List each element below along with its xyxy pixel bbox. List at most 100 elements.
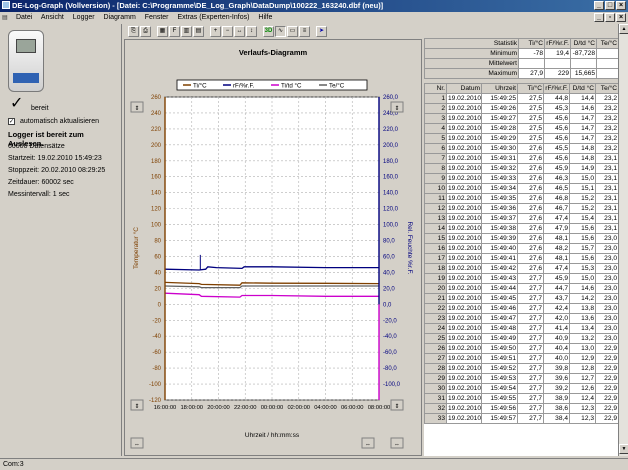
menu-fenster[interactable]: Fenster xyxy=(145,14,169,21)
table-row[interactable]: 14 19.02.2010 15:49:38 27,6 47,9 15,6 23,1 xyxy=(424,223,618,234)
table-view-icon[interactable]: ▭ xyxy=(287,26,298,37)
vertical-scrollbar[interactable]: ▲ ▼ xyxy=(618,24,628,456)
menu-diagramm[interactable]: Diagramm xyxy=(104,14,136,21)
legend-label: rF/%r.F. xyxy=(233,83,255,90)
col-header-time[interactable]: Uhrzeit xyxy=(481,83,518,94)
document-icon[interactable]: ▤ xyxy=(2,13,12,24)
pan-x-left-button[interactable]: ⇔ xyxy=(130,437,144,449)
settings-icon[interactable]: ▦ xyxy=(157,26,168,37)
cursor-icon[interactable]: ➤ xyxy=(316,26,327,37)
auto-update-checkbox[interactable]: ✓ xyxy=(8,118,15,125)
table-row[interactable]: 31 19.02.2010 15:49:55 27,7 38,9 12,4 22,9 xyxy=(424,393,618,404)
col-header-te[interactable]: Te/°C xyxy=(595,83,618,94)
cell-nr: 21 xyxy=(424,293,447,304)
col-header-rf[interactable]: rF/%r.F. xyxy=(543,83,570,94)
scroll-down-icon[interactable]: ▼ xyxy=(619,444,628,454)
pan-x-right-button[interactable]: ⇔ xyxy=(361,437,375,449)
menu-ansicht[interactable]: Ansicht xyxy=(41,14,64,21)
auto-update-label[interactable]: automatisch aktualisieren xyxy=(20,118,99,125)
zoom-out-icon[interactable]: − xyxy=(222,26,233,37)
stats-max-td: 15,665 xyxy=(570,68,597,79)
table-row[interactable]: 29 19.02.2010 15:49:53 27,7 39,6 12,7 22,9 xyxy=(424,373,618,384)
cell-time: 15:49:44 xyxy=(481,283,518,294)
window-title: DE-Log-Graph (Vollversion) - [Datei: C:\… xyxy=(12,1,384,10)
com-port-status: Com:3 xyxy=(3,461,24,468)
pan-left-y-bottom-button[interactable]: ⇕ xyxy=(130,399,144,411)
table-row[interactable]: 5 19.02.2010 15:49:29 27,5 45,6 14,7 23,2 xyxy=(424,133,618,144)
table-row[interactable]: 7 19.02.2010 15:49:31 27,6 45,6 14,8 23,1 xyxy=(424,153,618,164)
font-icon[interactable]: F xyxy=(169,26,180,37)
copy-icon[interactable]: ⎘ xyxy=(128,26,139,37)
col-header-ti[interactable]: Ti/°C xyxy=(517,83,544,94)
col-header-td[interactable]: D/td °C xyxy=(569,83,596,94)
pan-left-y-button[interactable]: ⇕ xyxy=(130,101,144,113)
cell-nr: 13 xyxy=(424,213,447,224)
cell-time: 15:49:37 xyxy=(481,213,518,224)
table-row[interactable]: 9 19.02.2010 15:49:33 27,6 46,3 15,0 23,1 xyxy=(424,173,618,184)
table-row[interactable]: 2 19.02.2010 15:49:26 27,5 45,3 14,6 23,2 xyxy=(424,103,618,114)
table-row[interactable]: 20 19.02.2010 15:49:44 27,7 44,7 14,6 23,0 xyxy=(424,283,618,294)
table-row[interactable]: 6 19.02.2010 15:49:30 27,6 45,5 14,8 23,2 xyxy=(424,143,618,154)
table-row[interactable]: 32 19.02.2010 15:49:56 27,7 38,6 12,3 22,9 xyxy=(424,403,618,414)
table-row[interactable]: 1 19.02.2010 15:49:25 27,5 44,8 14,4 23,2 xyxy=(424,93,618,104)
table-row[interactable]: 3 19.02.2010 15:49:27 27,5 45,6 14,7 23,2 xyxy=(424,113,618,124)
menu-datei[interactable]: Datei xyxy=(16,14,32,21)
scroll-up-icon[interactable]: ▲ xyxy=(619,24,628,34)
cell-td: 15,3 xyxy=(569,263,596,274)
close-button[interactable]: × xyxy=(616,1,626,10)
table-row[interactable]: 25 19.02.2010 15:49:49 27,7 40,9 13,2 23,0 xyxy=(424,333,618,344)
cell-ti: 27,7 xyxy=(517,293,544,304)
menu-hilfe[interactable]: Hilfe xyxy=(258,14,272,21)
table-row[interactable]: 30 19.02.2010 15:49:54 27,7 39,2 12,6 22,9 xyxy=(424,383,618,394)
table-row[interactable]: 17 19.02.2010 15:49:41 27,6 48,1 15,6 23,0 xyxy=(424,253,618,264)
grid-icon[interactable]: ▥ xyxy=(181,26,192,37)
list-view-icon[interactable]: ≡ xyxy=(299,26,310,37)
col-header-nr[interactable]: Nr. xyxy=(424,83,447,94)
table-row[interactable]: 33 19.02.2010 15:49:57 27,7 38,4 12,3 22,9 xyxy=(424,413,618,424)
zoom-x-icon[interactable]: ↔ xyxy=(234,26,245,37)
table-row[interactable]: 11 19.02.2010 15:49:35 27,6 46,8 15,2 23,1 xyxy=(424,193,618,204)
line-chart-icon[interactable]: ∿ xyxy=(275,26,286,37)
cell-td: 13,6 xyxy=(569,313,596,324)
table-row[interactable]: 22 19.02.2010 15:49:46 27,7 42,4 13,8 23,0 xyxy=(424,303,618,314)
table-row[interactable]: 8 19.02.2010 15:49:32 27,6 45,9 14,9 23,1 xyxy=(424,163,618,174)
cell-rf: 47,4 xyxy=(543,213,570,224)
table-row[interactable]: 15 19.02.2010 15:49:39 27,6 48,1 15,6 23,0 xyxy=(424,233,618,244)
print-icon[interactable]: ⎙ xyxy=(140,26,151,37)
3d-icon[interactable]: 3D xyxy=(263,26,274,37)
cell-time: 15:49:36 xyxy=(481,203,518,214)
mdi-restore-button[interactable]: ▫ xyxy=(605,13,615,22)
minimize-button[interactable]: _ xyxy=(594,1,604,10)
mdi-close-button[interactable]: × xyxy=(616,13,626,22)
pan-right-y-bottom-button[interactable]: ⇕ xyxy=(390,399,404,411)
chart-icon[interactable]: ▤ xyxy=(193,26,204,37)
table-row[interactable]: 21 19.02.2010 15:49:45 27,7 43,7 14,2 23,0 xyxy=(424,293,618,304)
table-row[interactable]: 18 19.02.2010 15:49:42 27,6 47,4 15,3 23,0 xyxy=(424,263,618,274)
col-header-date[interactable]: Datum xyxy=(446,83,482,94)
cell-time: 15:49:48 xyxy=(481,323,518,334)
menu-extras[interactable]: Extras (Experten-Infos) xyxy=(177,14,249,21)
table-row[interactable]: 28 19.02.2010 15:49:52 27,7 39,8 12,8 22,9 xyxy=(424,363,618,374)
pan-right-y-button[interactable]: ⇕ xyxy=(390,101,404,113)
cell-te: 23,0 xyxy=(595,233,618,244)
pan-x-far-right-button[interactable]: ⇔ xyxy=(390,437,404,449)
zoom-in-icon[interactable]: + xyxy=(210,26,221,37)
mdi-minimize-button[interactable]: _ xyxy=(594,13,604,22)
table-row[interactable]: 16 19.02.2010 15:49:40 27,6 48,2 15,7 23,0 xyxy=(424,243,618,254)
table-row[interactable]: 24 19.02.2010 15:49:48 27,7 41,4 13,4 23,0 xyxy=(424,323,618,334)
cell-td: 14,8 xyxy=(569,143,596,154)
maximize-button[interactable]: □ xyxy=(605,1,615,10)
table-row[interactable]: 23 19.02.2010 15:49:47 27,7 42,0 13,6 23,0 xyxy=(424,313,618,324)
zoom-y-icon[interactable]: ↕ xyxy=(246,26,257,37)
table-row[interactable]: 10 19.02.2010 15:49:34 27,6 46,5 15,1 23,1 xyxy=(424,183,618,194)
table-row[interactable]: 26 19.02.2010 15:49:50 27,7 40,4 13,0 22,9 xyxy=(424,343,618,354)
table-row[interactable]: 19 19.02.2010 15:49:43 27,7 45,9 15,0 23,0 xyxy=(424,273,618,284)
cell-td: 12,3 xyxy=(569,413,596,424)
table-row[interactable]: 12 19.02.2010 15:49:36 27,6 46,7 15,2 23,1 xyxy=(424,203,618,214)
table-row[interactable]: 13 19.02.2010 15:49:37 27,6 47,4 15,4 23,1 xyxy=(424,213,618,224)
cell-te: 23,0 xyxy=(595,273,618,284)
table-row[interactable]: 27 19.02.2010 15:49:51 27,7 40,0 12,9 22,9 xyxy=(424,353,618,364)
menu-logger[interactable]: Logger xyxy=(73,14,95,21)
cell-date: 19.02.2010 xyxy=(446,373,482,384)
table-row[interactable]: 4 19.02.2010 15:49:28 27,5 45,6 14,7 23,2 xyxy=(424,123,618,134)
